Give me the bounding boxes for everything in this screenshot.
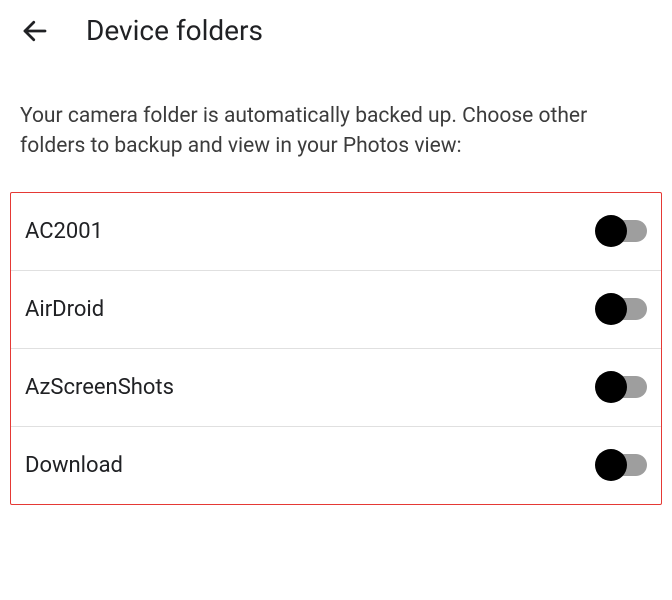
folder-label: AzScreenShots [25, 375, 174, 400]
folder-list: AC2001 AirDroid AzScreenShots Download [10, 192, 662, 505]
toggle-knob [595, 449, 627, 481]
folder-item: AC2001 [11, 193, 661, 271]
header: Device folders [0, 0, 672, 61]
folder-toggle[interactable] [599, 298, 647, 320]
description-text: Your camera folder is automatically back… [0, 61, 672, 182]
folder-label: Download [25, 453, 123, 478]
toggle-knob [595, 215, 627, 247]
folder-item: Download [11, 427, 661, 504]
folder-toggle[interactable] [599, 220, 647, 242]
folder-item: AirDroid [11, 271, 661, 349]
toggle-knob [595, 371, 627, 403]
back-arrow-icon[interactable] [20, 16, 50, 46]
toggle-knob [595, 293, 627, 325]
page-title: Device folders [86, 14, 263, 47]
folder-label: AC2001 [25, 219, 103, 244]
folder-label: AirDroid [25, 297, 104, 322]
folder-item: AzScreenShots [11, 349, 661, 427]
folder-toggle[interactable] [599, 454, 647, 476]
folder-toggle[interactable] [599, 376, 647, 398]
